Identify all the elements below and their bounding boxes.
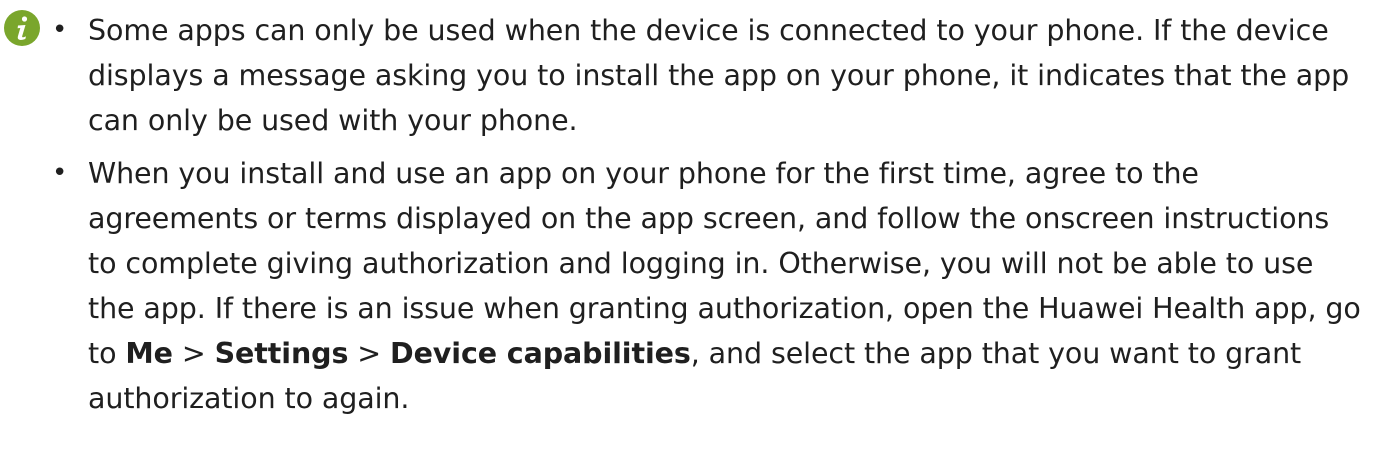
info-icon: [4, 10, 40, 46]
path-separator: >: [348, 337, 391, 370]
menu-path-device-capabilities: Device capabilities: [390, 337, 691, 370]
list-item: • Some apps can only be used when the de…: [52, 8, 1362, 143]
note-text-authorization: When you install and use an app on your …: [88, 151, 1362, 421]
menu-path-me: Me: [125, 337, 173, 370]
path-separator: >: [172, 337, 215, 370]
bullet-icon: •: [52, 15, 68, 45]
note-text-apps-require-phone: Some apps can only be used when the devi…: [88, 14, 1350, 137]
menu-path-settings: Settings: [214, 337, 349, 370]
bullet-icon: •: [52, 158, 68, 188]
list-item: • When you install and use an app on you…: [52, 151, 1362, 421]
info-note: • Some apps can only be used when the de…: [0, 0, 1373, 462]
note-list: • Some apps can only be used when the de…: [52, 8, 1362, 421]
